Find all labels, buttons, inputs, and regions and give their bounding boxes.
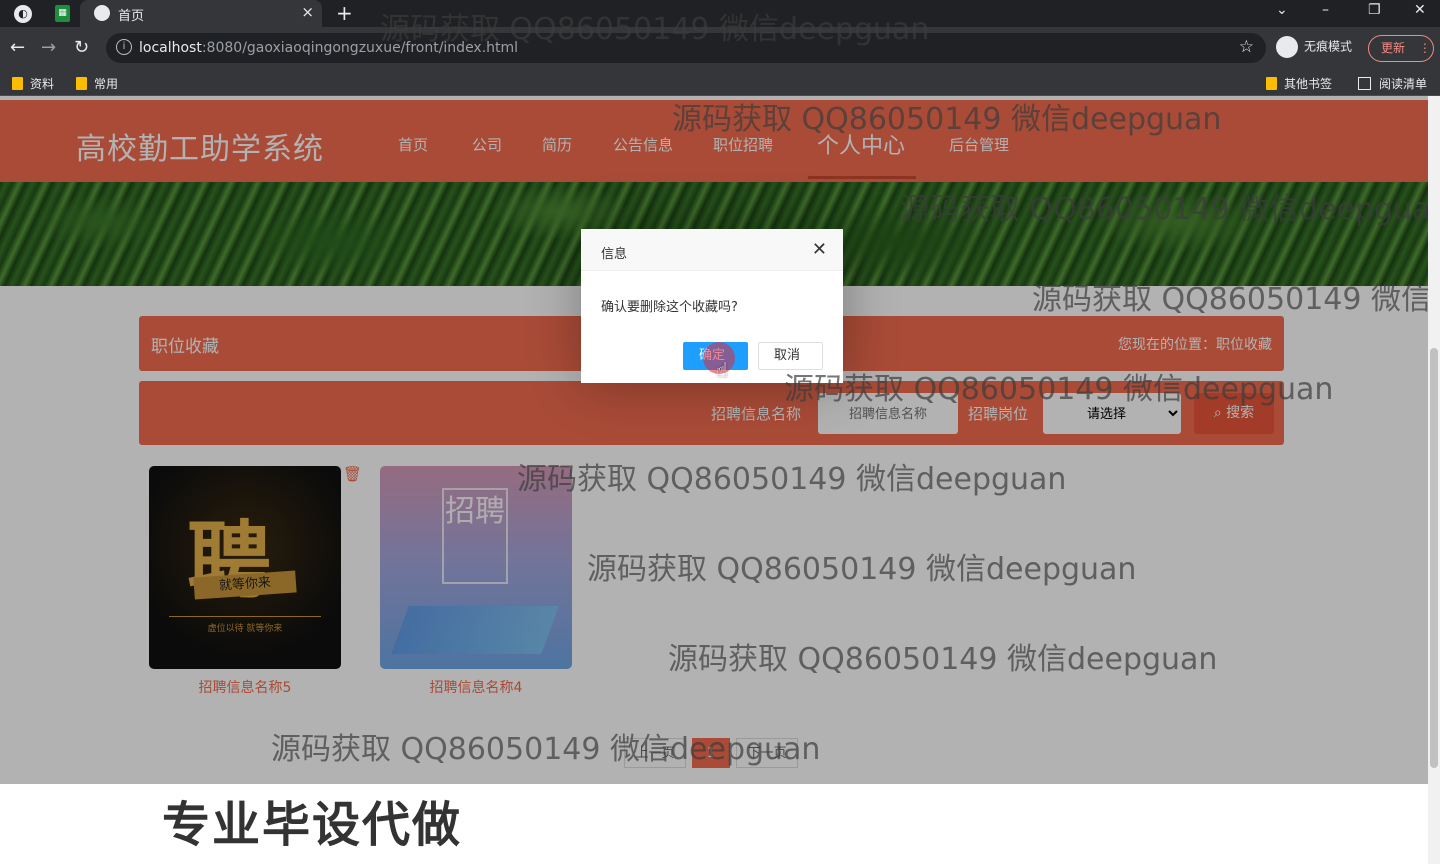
tab-close-icon[interactable]: × bbox=[301, 3, 314, 21]
reload-icon[interactable]: ↻ bbox=[74, 37, 89, 58]
browser-tab-active[interactable]: 首页 × bbox=[80, 0, 322, 27]
restore-icon[interactable]: ❐ bbox=[1368, 2, 1381, 18]
url-text: localhost:8080/gaoxiaoqingongzuxue/front… bbox=[139, 40, 519, 56]
browser-toolbar: ← → ↻ i localhost:8080/gaoxiaoqingongzux… bbox=[0, 27, 1440, 69]
scrollbar-thumb[interactable] bbox=[1430, 348, 1438, 768]
dialog-title: 信息 bbox=[601, 247, 628, 262]
new-tab-button[interactable]: + bbox=[336, 1, 353, 25]
window-close-icon[interactable]: ✕ bbox=[1414, 2, 1426, 18]
more-menu-icon[interactable]: ⋮ bbox=[1419, 41, 1431, 55]
tab-search-icon[interactable]: ⌄ bbox=[1276, 2, 1288, 18]
back-arrow-icon[interactable]: ← bbox=[10, 37, 25, 58]
forward-arrow-icon[interactable]: → bbox=[41, 37, 56, 58]
browser-tab-strip: ◐ ▦ 首页 × + ⌄ – ❐ ✕ bbox=[0, 0, 1440, 27]
reading-list[interactable]: 阅读清单 bbox=[1358, 75, 1427, 92]
tab-title: 首页 bbox=[118, 9, 145, 24]
bookmark-star-icon[interactable]: ☆ bbox=[1239, 37, 1254, 57]
sheet-tab-icon[interactable]: ▦ bbox=[55, 5, 70, 22]
confirm-button[interactable]: 确定 bbox=[683, 342, 748, 370]
folder-icon bbox=[76, 77, 87, 90]
bookmarks-bar: 资料 常用 其他书签 阅读清单 bbox=[0, 69, 1440, 96]
folder-icon bbox=[12, 77, 23, 90]
bookmark-folder-changyong[interactable]: 常用 bbox=[76, 75, 118, 92]
cancel-button[interactable]: 取消 bbox=[758, 342, 823, 370]
bookmark-folder-other[interactable]: 其他书签 bbox=[1266, 75, 1332, 92]
globe-icon bbox=[94, 5, 110, 21]
dialog-header: 信息 ✕ bbox=[581, 229, 843, 271]
dialog-message: 确认要删除这个收藏吗? bbox=[601, 300, 738, 315]
address-bar[interactable]: i localhost:8080/gaoxiaoqingongzuxue/fro… bbox=[106, 33, 1266, 63]
footer bbox=[0, 786, 1428, 864]
incognito-icon bbox=[1276, 36, 1298, 58]
site-info-icon[interactable]: i bbox=[116, 39, 132, 55]
minimize-icon[interactable]: – bbox=[1322, 2, 1329, 18]
modal-overlay[interactable] bbox=[0, 96, 1428, 784]
page-scrollbar[interactable] bbox=[1428, 96, 1440, 864]
browser-app-icon[interactable]: ◐ bbox=[14, 5, 32, 23]
bookmark-folder-ziliao[interactable]: 资料 bbox=[12, 75, 54, 92]
folder-icon bbox=[1266, 77, 1277, 90]
dialog-close-icon[interactable]: ✕ bbox=[812, 239, 827, 260]
update-button[interactable]: 更新 ⋮ bbox=[1368, 35, 1434, 62]
confirm-dialog: 信息 ✕ 确认要删除这个收藏吗? 确定 取消 bbox=[581, 229, 843, 383]
reading-list-icon bbox=[1358, 77, 1371, 90]
incognito-indicator[interactable]: 无痕模式 bbox=[1276, 36, 1352, 58]
